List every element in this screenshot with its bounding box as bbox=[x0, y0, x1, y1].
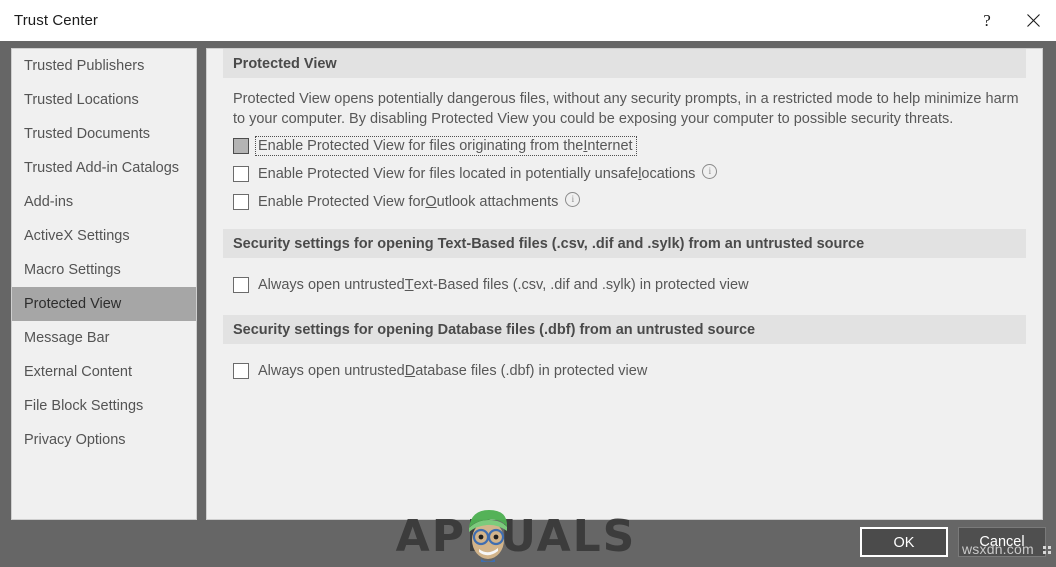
label-text: Enable Protected View for files originat… bbox=[258, 138, 584, 154]
label-text: nternet bbox=[587, 138, 633, 154]
sidebar-item-label: Trusted Locations bbox=[24, 92, 139, 108]
checkbox-label-enable-protected-view-outlook-attachments[interactable]: Enable Protected View for Outlook attach… bbox=[256, 191, 583, 211]
sidebar-item-label: Privacy Options bbox=[24, 432, 126, 448]
ok-button[interactable]: OK bbox=[860, 527, 948, 557]
close-x-icon bbox=[1026, 13, 1041, 28]
sidebar-item-trusted-publishers[interactable]: Trusted Publishers bbox=[12, 49, 196, 83]
section-header-text-based-files: Security settings for opening Text-Based… bbox=[223, 229, 1026, 258]
info-icon[interactable]: i bbox=[565, 191, 581, 207]
titlebar: Trust Center ? bbox=[0, 0, 1056, 41]
sidebar-item-activex-settings[interactable]: ActiveX Settings bbox=[12, 219, 196, 253]
sidebar-item-trusted-documents[interactable]: Trusted Documents bbox=[12, 117, 196, 151]
window-title: Trust Center bbox=[14, 12, 99, 29]
checkbox-label-enable-protected-view-unsafe-locations[interactable]: Enable Protected View for files located … bbox=[256, 163, 720, 183]
sidebar-item-label: Trusted Documents bbox=[24, 126, 150, 142]
option-row-database-files[interactable]: Always open untrusted Database files (.d… bbox=[233, 358, 1026, 384]
section-body-database-files: Always open untrusted Database files (.d… bbox=[207, 358, 1042, 384]
checkbox-always-open-untrusted-database-files[interactable] bbox=[233, 363, 249, 379]
checkbox-enable-protected-view-unsafe-locations[interactable] bbox=[233, 166, 249, 182]
checkbox-enable-protected-view-outlook-attachments[interactable] bbox=[233, 194, 249, 210]
sidebar-item-external-content[interactable]: External Content bbox=[12, 355, 196, 389]
sidebar-item-label: Message Bar bbox=[24, 330, 110, 346]
sidebar-item-label: Macro Settings bbox=[24, 262, 121, 278]
sidebar-item-trusted-add-in-catalogs[interactable]: Trusted Add-in Catalogs bbox=[12, 151, 196, 185]
accelerator-key: O bbox=[425, 194, 437, 210]
section-header-database-files: Security settings for opening Database f… bbox=[223, 315, 1026, 344]
trust-center-dialog: Trust Center ? Trusted Publishers Truste… bbox=[0, 0, 1056, 567]
sidebar-item-add-ins[interactable]: Add-ins bbox=[12, 185, 196, 219]
checkbox-label-always-open-untrusted-database-files[interactable]: Always open untrusted Database files (.d… bbox=[256, 362, 650, 380]
label-text: ext-Based files (.csv, .dif and .sylk) i… bbox=[413, 277, 749, 293]
checkbox-enable-protected-view-internet[interactable] bbox=[233, 138, 249, 154]
titlebar-buttons: ? bbox=[964, 0, 1056, 41]
sidebar-item-label: Trusted Add-in Catalogs bbox=[24, 160, 180, 176]
question-mark-icon: ? bbox=[983, 11, 991, 30]
option-row-text-based-files[interactable]: Always open untrusted Text-Based files (… bbox=[233, 272, 1026, 298]
accelerator-key: T bbox=[404, 277, 414, 293]
option-row-internet[interactable]: Enable Protected View for files originat… bbox=[233, 133, 1026, 159]
label-text: Enable Protected View for files located … bbox=[258, 166, 639, 182]
label-text: Enable Protected View for bbox=[258, 194, 426, 210]
sidebar-item-label: ActiveX Settings bbox=[24, 228, 130, 244]
dialog-footer: OK Cancel bbox=[0, 520, 1056, 567]
checkbox-always-open-untrusted-text-based-files[interactable] bbox=[233, 277, 249, 293]
sidebar-item-message-bar[interactable]: Message Bar bbox=[12, 321, 196, 355]
sidebar-item-label: Protected View bbox=[24, 296, 122, 312]
protected-view-description: Protected View opens potentially dangero… bbox=[233, 91, 1019, 127]
sidebar-item-label: External Content bbox=[24, 364, 133, 380]
accelerator-key: D bbox=[404, 363, 416, 379]
sidebar-item-macro-settings[interactable]: Macro Settings bbox=[12, 253, 196, 287]
label-text: utlook attachments bbox=[436, 194, 559, 210]
section-header-protected-view: Protected View bbox=[223, 49, 1026, 78]
main-panel: Protected View Protected View opens pote… bbox=[206, 48, 1043, 520]
sidebar-item-protected-view[interactable]: Protected View bbox=[12, 287, 196, 321]
sidebar-item-label: File Block Settings bbox=[24, 398, 144, 414]
sidebar-item-file-block-settings[interactable]: File Block Settings bbox=[12, 389, 196, 423]
label-text: Always open untrusted bbox=[258, 277, 405, 293]
label-text: Always open untrusted bbox=[258, 363, 405, 379]
option-row-unsafe-locations[interactable]: Enable Protected View for files located … bbox=[233, 161, 1026, 187]
sidebar: Trusted Publishers Trusted Locations Tru… bbox=[11, 48, 197, 520]
help-button[interactable]: ? bbox=[964, 0, 1010, 41]
checkbox-label-always-open-untrusted-text-based-files[interactable]: Always open untrusted Text-Based files (… bbox=[256, 276, 752, 294]
sidebar-item-trusted-locations[interactable]: Trusted Locations bbox=[12, 83, 196, 117]
label-text: ocations bbox=[641, 166, 696, 182]
cancel-button[interactable]: Cancel bbox=[958, 527, 1046, 557]
close-button[interactable] bbox=[1010, 0, 1056, 41]
checkbox-label-enable-protected-view-internet[interactable]: Enable Protected View for files originat… bbox=[255, 136, 637, 156]
info-icon[interactable]: i bbox=[702, 163, 718, 179]
sidebar-item-label: Add-ins bbox=[24, 194, 74, 210]
sidebar-item-privacy-options[interactable]: Privacy Options bbox=[12, 423, 196, 457]
sidebar-item-label: Trusted Publishers bbox=[24, 58, 145, 74]
option-row-outlook-attachments[interactable]: Enable Protected View for Outlook attach… bbox=[233, 189, 1026, 215]
section-body-protected-view: Protected View opens potentially dangero… bbox=[207, 89, 1042, 215]
label-text: atabase files (.dbf) in protected view bbox=[415, 363, 648, 379]
section-body-text-based-files: Always open untrusted Text-Based files (… bbox=[207, 272, 1042, 298]
